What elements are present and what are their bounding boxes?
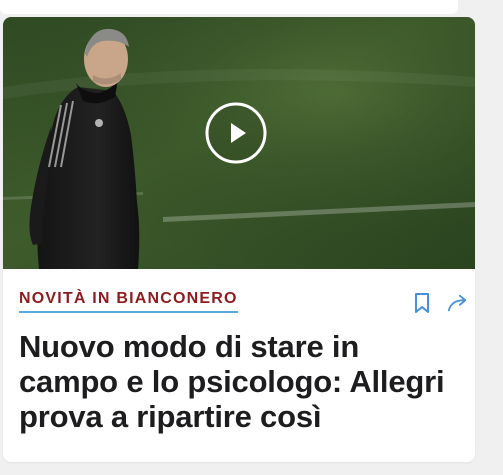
article-title[interactable]: Nuovo modo di stare in campo e lo psicol…	[19, 329, 459, 434]
bookmark-icon	[415, 293, 429, 313]
card-actions	[411, 290, 469, 316]
share-arrow-icon	[447, 294, 467, 312]
video-thumbnail[interactable]	[3, 17, 475, 269]
previous-card-edge	[0, 0, 458, 14]
news-card[interactable]: NOVITÀ IN BIANCONERO Nuovo modo di stare…	[3, 17, 475, 462]
play-icon	[205, 102, 267, 164]
share-button[interactable]	[447, 292, 469, 314]
category-link[interactable]: NOVITÀ IN BIANCONERO	[19, 290, 238, 313]
play-button[interactable]	[205, 102, 267, 164]
bookmark-button[interactable]	[411, 292, 433, 314]
